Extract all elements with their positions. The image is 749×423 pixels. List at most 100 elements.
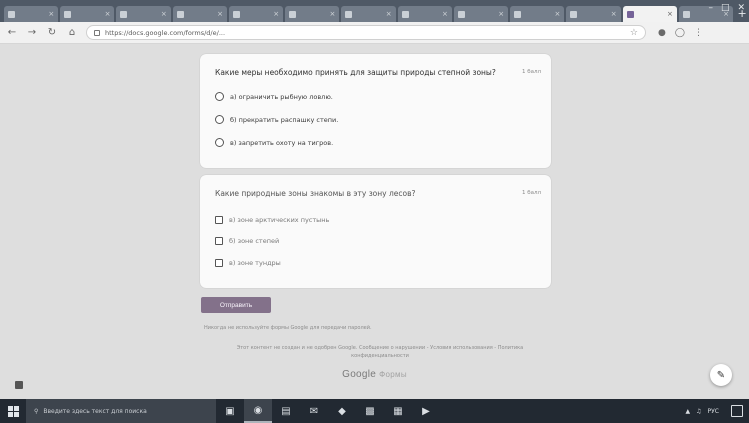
tab-close-icon[interactable]: × [48,10,54,18]
minimize-icon[interactable]: – [708,3,713,13]
browser-tab[interactable]: × [116,6,171,22]
radio-button[interactable] [215,92,224,101]
option-label: в) зоне тундры [229,259,281,267]
system-tray: ▲ ♫ РУС [686,405,749,417]
tab-close-icon[interactable]: × [217,10,223,18]
tab-favicon-icon [514,10,522,18]
tab-favicon-icon [8,10,15,18]
home-icon[interactable]: ⌂ [66,27,78,38]
extension-area: ● ◯ ⋮ [658,28,703,38]
profile-icon[interactable]: ◯ [675,28,685,38]
task-view-icon[interactable]: ▣ [216,399,244,423]
maximize-icon[interactable]: □ [721,3,730,13]
browser-tab[interactable]: × [510,6,565,22]
tab-favicon-icon [232,10,240,18]
window-controls: – □ ✕ [708,3,745,13]
start-button[interactable] [0,399,26,423]
notifications-icon[interactable] [731,405,743,417]
close-icon[interactable]: ✕ [737,3,745,13]
google-forms-logo: Google Формы [0,369,749,380]
tab-close-icon[interactable]: × [554,10,560,18]
password-warning: Никогда не используйте формы Google для … [204,325,372,331]
browser-tab[interactable]: × [622,6,677,22]
tab-favicon-icon [401,10,409,18]
back-icon[interactable]: ← [6,27,18,38]
browser-tab[interactable]: × [453,6,509,22]
volume-icon[interactable]: ♫ [696,408,701,415]
grid-icon[interactable] [15,381,23,389]
tab-close-icon[interactable]: × [105,10,111,18]
language-indicator[interactable]: РУС [708,408,719,415]
tab-close-icon[interactable]: × [386,10,392,18]
address-bar[interactable]: https://docs.google.com/forms/d/e/... ☆ [86,25,646,40]
legal-footer[interactable]: Этот контент не создан и не одобрен Goog… [220,344,540,360]
tab-favicon-icon [64,10,72,18]
checkbox-option[interactable]: б) зоне степей [215,237,279,245]
taskbar-app-chrome[interactable]: ◉ [244,399,272,423]
option-label: в) зоне арктических пустынь [229,216,330,224]
browser-tab[interactable]: × [60,6,115,22]
tab-favicon-icon [682,10,690,18]
browser-tab[interactable]: × [4,6,59,22]
forward-icon[interactable]: → [26,27,38,38]
tab-favicon-icon [345,10,353,18]
checkbox-option[interactable]: в) зоне тундры [215,259,281,267]
radio-option[interactable]: б) прекратить распашку степи. [215,115,338,124]
tab-close-icon[interactable]: × [611,10,617,18]
question-card: Какие меры необходимо принять для защиты… [200,54,551,168]
browser-tab[interactable]: × [228,6,284,22]
browser-tab[interactable]: × [566,6,621,22]
checkbox[interactable] [215,237,223,245]
tab-close-icon[interactable]: × [498,10,504,18]
extension-icon[interactable]: ● [658,28,666,38]
reload-icon[interactable]: ↻ [46,27,58,38]
option-label: б) прекратить распашку степи. [230,115,339,124]
question-title: Какие меры необходимо принять для защиты… [215,68,496,77]
tab-close-icon[interactable]: × [667,10,673,18]
search-placeholder: Введите здесь текст для поиска [43,407,147,415]
tab-close-icon[interactable]: × [330,10,336,18]
windows-logo-icon [7,405,19,417]
tab-close-icon[interactable]: × [161,10,167,18]
tab-favicon-icon [120,10,128,18]
menu-icon[interactable]: ⋮ [694,28,703,38]
taskbar-app-explorer[interactable]: ▤ [272,399,300,423]
tab-close-icon[interactable]: × [442,10,448,18]
option-label: б) зоне степей [229,237,280,245]
browser-tab[interactable]: × [341,6,396,22]
checkbox-option[interactable]: в) зоне арктических пустынь [215,216,329,224]
option-label: а) ограничить рыбную ловлю. [230,92,333,101]
browser-tab[interactable]: × [172,6,227,22]
taskbar-app-excel[interactable]: ▦ [384,399,412,423]
tab-close-icon[interactable]: × [273,10,279,18]
radio-button[interactable] [215,115,224,124]
bookmark-star-icon[interactable]: ☆ [630,28,638,38]
browser-tab[interactable]: × [285,6,340,22]
taskbar-app-mail[interactable]: ✉ [300,399,328,423]
radio-option[interactable]: а) ограничить рыбную ловлю. [215,92,333,101]
network-icon[interactable]: ▲ [686,408,691,415]
taskbar-app-media[interactable]: ▶ [412,399,440,423]
tab-favicon-icon [289,10,297,18]
checkbox[interactable] [215,216,223,224]
taskbar-app-word[interactable]: ▩ [356,399,384,423]
question-points: 1 балл [521,69,541,75]
browser-tab[interactable]: × [397,6,452,22]
browser-tab-strip: × × × × × × × × × × × × × + [0,0,749,22]
taskbar-search[interactable]: ⚲ Введите здесь текст для поиска [26,399,216,423]
brand-google: Google [342,369,377,380]
submit-button[interactable]: Отправить [201,297,271,313]
url-text[interactable]: https://docs.google.com/forms/d/e/... [105,29,625,37]
question-title: Какие природные зоны знакомы в эту зону … [215,189,416,198]
radio-option[interactable]: в) запретить охоту на тигров. [215,138,333,147]
taskbar-app-store[interactable]: ◆ [328,399,356,423]
edit-pencil-icon[interactable]: ✎ [710,364,732,386]
lock-icon [94,29,100,36]
radio-button[interactable] [215,138,224,147]
checkbox[interactable] [215,259,223,267]
form-page: Какие меры необходимо принять для защиты… [0,44,749,399]
windows-taskbar: ⚲ Введите здесь текст для поиска ▣ ◉ ▤ ✉… [0,399,749,423]
tab-favicon-icon [626,10,634,18]
option-label: в) запретить охоту на тигров. [230,138,334,147]
question-card: Какие природные зоны знакомы в эту зону … [200,175,551,288]
